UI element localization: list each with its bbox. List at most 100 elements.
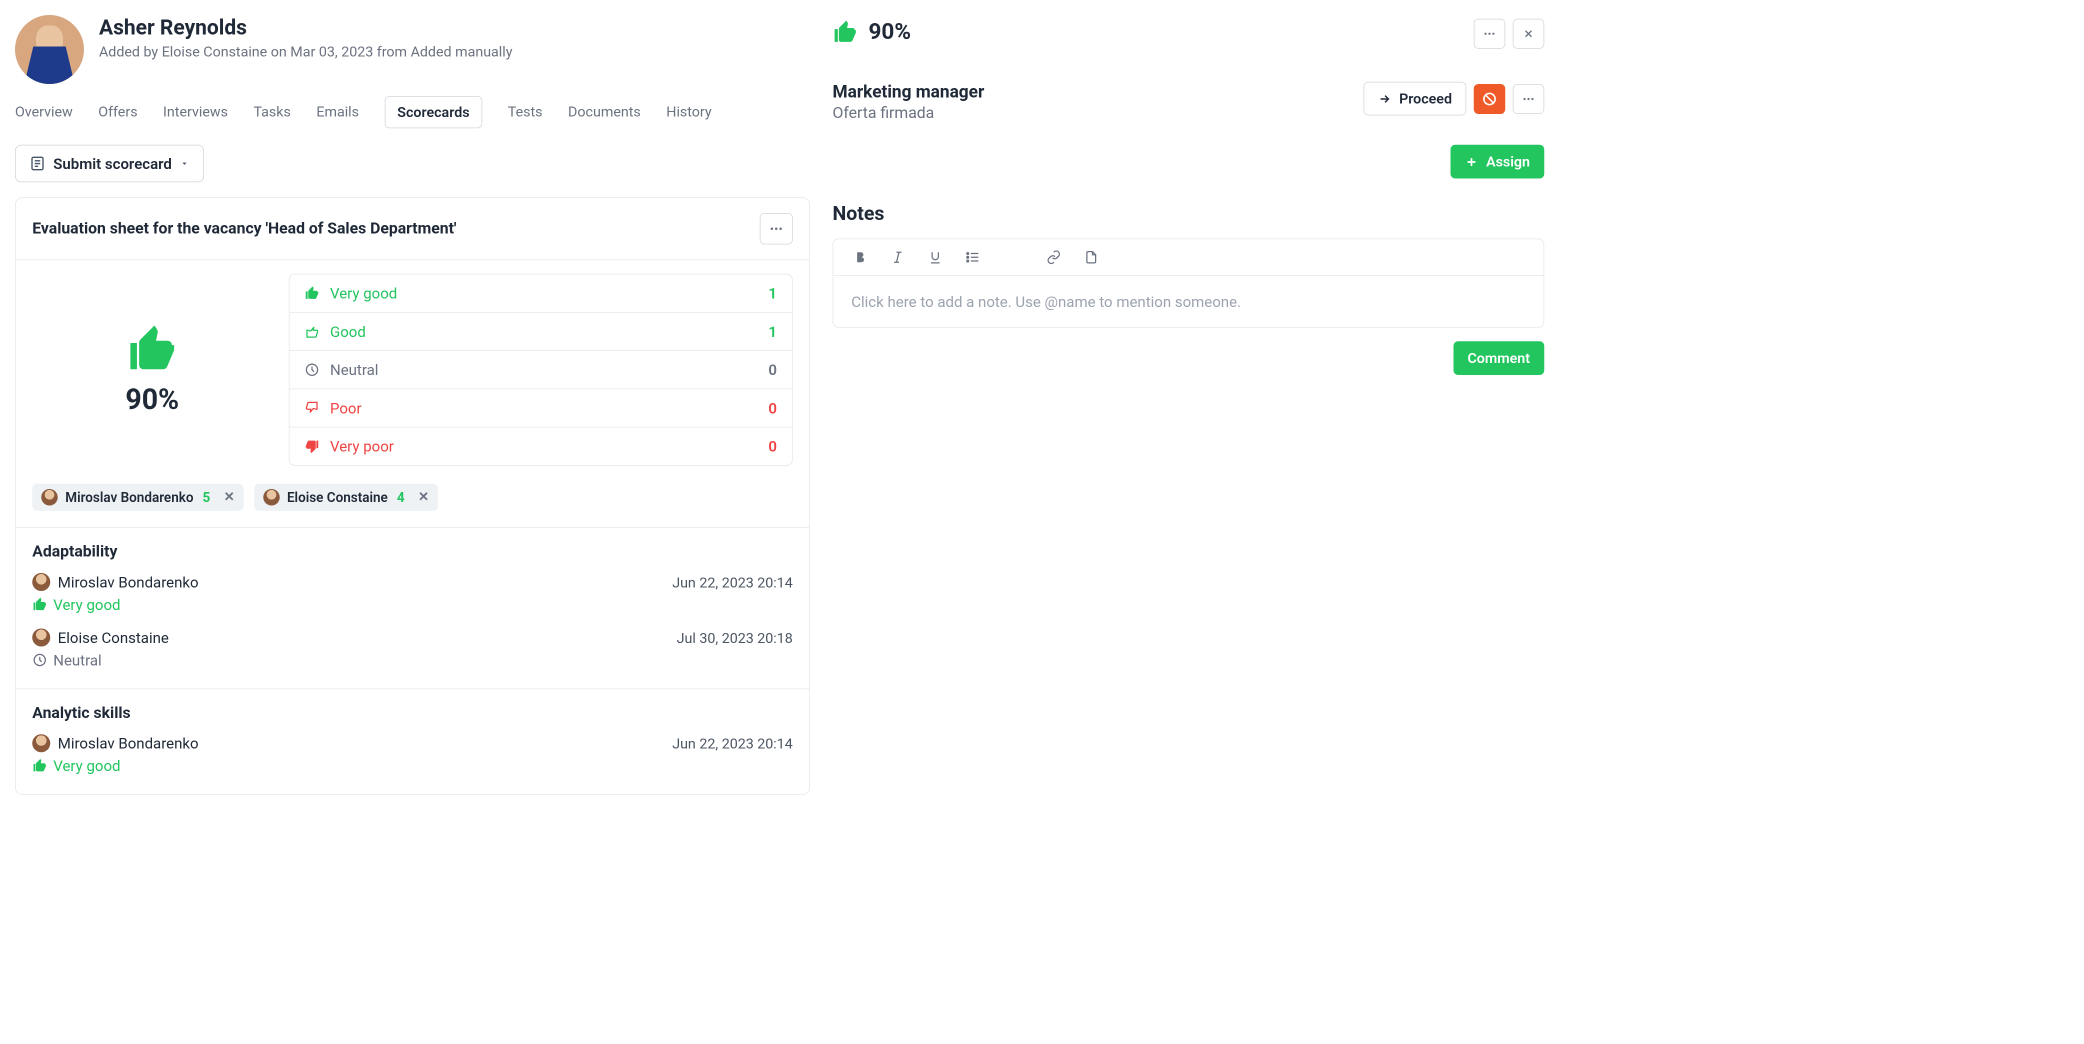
reviewer-name: Eloise Constaine [287,489,388,505]
tab-tasks[interactable]: Tasks [253,96,290,128]
tab-tests[interactable]: Tests [508,96,543,128]
rating-count: 0 [768,399,777,417]
remove-chip-button[interactable]: ✕ [418,490,429,505]
criterion-section: Adaptability Miroslav Bondarenko Jun 22, 2… [16,527,810,688]
notes-input[interactable]: Click here to add a note. Use @name to m… [833,276,1543,327]
chevron-down-icon [179,158,190,169]
tab-documents[interactable]: Documents [568,96,641,128]
bold-icon [853,250,868,265]
bold-button[interactable] [851,250,869,265]
rating-count: 0 [768,361,777,379]
list-icon [965,250,980,265]
position-stage: Oferta firmada [833,104,985,122]
review-item: Miroslav Bondarenko Jun 22, 2023 20:14 Ver… [32,734,793,775]
more-horizontal-icon [1483,27,1497,41]
link-button[interactable] [1045,250,1063,265]
rating-row-very-poor: Very poor 0 [290,428,793,466]
tab-emails[interactable]: Emails [316,96,359,128]
rating-row-poor: Poor 0 [290,389,793,427]
tab-history[interactable]: History [666,96,711,128]
review-rating-label: Very good [53,596,120,614]
card-title: Evaluation sheet for the vacancy 'Head o… [32,220,456,238]
italic-button[interactable] [889,250,907,265]
tab-scorecards[interactable]: Scorecards [385,96,483,128]
thumb-up-icon [833,19,859,45]
criterion-title: Analytic skills [32,704,793,722]
thumb-up-icon [32,758,47,773]
reviewer-name: Miroslav Bondarenko [58,734,199,752]
position-more-button[interactable] [1513,84,1545,114]
criterion-section: Analytic skills Miroslav Bondarenko Jun 22… [16,689,810,795]
clock-icon [305,362,320,377]
underline-icon [928,250,943,265]
review-timestamp: Jun 22, 2023 20:14 [672,735,793,752]
criterion-title: Adaptability [32,543,793,561]
review-timestamp: Jul 30, 2023 20:18 [677,629,793,646]
avatar [32,629,50,647]
rating-summary-table: Very good 1 Good1 Neutral 0 Poor 0 Very poo… [289,274,793,466]
rating-row-very-good: Very good 1 [290,275,793,313]
overall-score: 90% [32,323,272,416]
tab-overview[interactable]: Overview [15,96,73,128]
rating-label: Very poor [330,437,394,455]
rating-label: Neutral [330,361,378,379]
notes-editor: Click here to add a note. Use @name to m… [833,239,1545,328]
reviewer-chip[interactable]: Miroslav Bondarenko 5 ✕ [32,484,243,511]
thumb-up-outline-icon [305,324,320,339]
file-icon [1084,250,1099,265]
candidate-name: Asher Reynolds [99,15,512,40]
more-horizontal-icon [769,221,784,236]
thumb-down-icon [305,439,320,454]
italic-icon [890,250,905,265]
arrow-right-icon [1378,92,1392,106]
reviewer-name: Miroslav Bondarenko [65,489,193,505]
bullet-list-button[interactable] [964,250,982,265]
proceed-button[interactable]: Proceed [1364,82,1466,116]
attach-button[interactable] [1082,250,1100,265]
rating-count: 0 [768,437,777,455]
rating-label: Poor [330,399,362,417]
comment-button[interactable]: Comment [1453,341,1544,375]
review-rating-label: Very good [53,757,120,775]
review-rating-label: Neutral [53,651,101,669]
score-percentage: 90% [125,383,179,416]
reviewer-count: 5 [203,489,211,505]
evaluation-card: Evaluation sheet for the vacancy 'Head o… [15,197,810,795]
review-timestamp: Jun 22, 2023 20:14 [672,573,793,590]
rating-label: Good [330,323,366,341]
thumb-up-icon [32,597,47,612]
submit-scorecard-button[interactable]: Submit scorecard [15,145,204,183]
comment-label: Comment [1467,350,1530,367]
right-score-block: 90% [833,19,911,45]
tabs: Overview Offers Interviews Tasks Emails Score… [15,96,810,128]
reviewer-chip[interactable]: Eloise Constaine 4 ✕ [254,484,438,511]
reviewer-name: Eloise Constaine [58,629,169,647]
tab-interviews[interactable]: Interviews [163,96,228,128]
tab-offers[interactable]: Offers [98,96,137,128]
reviewer-name: Miroslav Bondarenko [58,573,199,591]
candidate-meta: Added by Eloise Constaine on Mar 03, 202… [99,43,512,60]
remove-chip-button[interactable]: ✕ [224,490,235,505]
right-score-pct: 90% [869,19,911,45]
reject-button[interactable] [1474,84,1506,114]
rating-count: 1 [768,284,777,302]
panel-more-button[interactable] [1474,19,1506,49]
reviewer-count: 4 [397,489,405,505]
rating-row-good: Good1 [290,313,793,351]
rating-label: Very good [330,284,397,302]
notes-heading: Notes [833,203,1545,226]
submit-scorecard-label: Submit scorecard [53,155,172,173]
avatar [41,489,58,506]
underline-button[interactable] [926,250,944,265]
review-item: Eloise Constaine Jul 30, 2023 20:18 Neutra… [32,629,793,670]
assign-button[interactable]: Assign [1451,145,1544,179]
clock-icon [32,653,47,668]
panel-close-button[interactable] [1513,19,1545,49]
thumb-up-icon [126,323,179,376]
thumb-down-outline-icon [305,401,320,416]
avatar [32,734,50,752]
ban-icon [1482,91,1497,106]
rating-row-neutral: Neutral 0 [290,351,793,389]
card-more-button[interactable] [760,213,793,245]
position-title: Marketing manager [833,82,985,102]
